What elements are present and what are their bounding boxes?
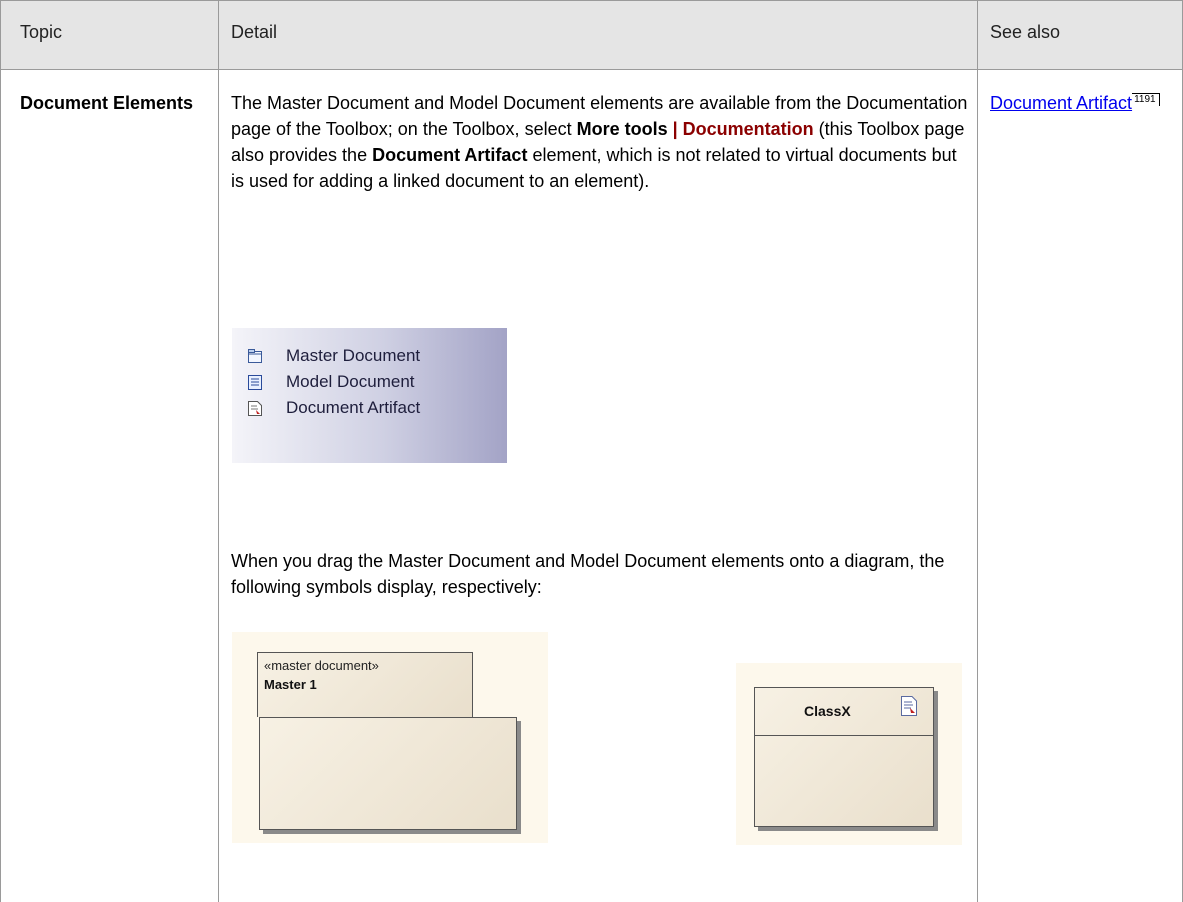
page-reference: 1191 <box>1132 93 1160 106</box>
topic-table: Topic Detail See also Document Elements … <box>0 0 1183 902</box>
toolbox-item-label: Model Document <box>286 372 415 391</box>
master-document-symbol: «master document» Master 1 <box>232 632 548 843</box>
model-document-symbol: ClassX <box>736 663 962 845</box>
see-also-link-document-artifact[interactable]: Document Artifact <box>990 93 1132 113</box>
model-document-name: ClassX <box>804 703 851 719</box>
header-detail: Detail <box>231 22 278 42</box>
toolbox-item-label: Document Artifact <box>286 398 421 417</box>
master-document-body <box>259 717 517 830</box>
class-compartment-divider <box>755 735 933 736</box>
toolbox-item-label: Master Document <box>286 346 421 365</box>
master-document-stereotype: «master document» <box>264 658 379 673</box>
see-also-cell: Document Artifact 1191 <box>990 90 1170 116</box>
topic-document-elements: Document Elements <box>20 93 194 113</box>
toolbox-documentation-page: Master Document Model Document Document … <box>232 328 507 463</box>
column-divider-1 <box>218 0 219 902</box>
table-border-left <box>0 0 1 902</box>
menu-path-more-tools: More tools <box>576 119 668 139</box>
menu-path-documentation: Documentation <box>682 119 814 139</box>
header-divider <box>0 69 1183 70</box>
column-divider-2 <box>977 0 978 902</box>
menu-path: More tools | Documentation <box>577 119 814 139</box>
document-artifact-term: Document Artifact <box>372 145 528 165</box>
model-document-icon <box>248 375 262 390</box>
master-document-name: Master 1 <box>264 677 317 692</box>
linked-document-icon <box>901 696 917 716</box>
detail-paragraph-1: The Master Document and Model Document e… <box>231 90 971 194</box>
detail-paragraph-2: When you drag the Master Document and Mo… <box>231 551 945 597</box>
document-artifact-icon <box>248 401 262 416</box>
master-document-icon <box>248 349 262 363</box>
menu-path-separator: | <box>667 119 683 139</box>
header-topic: Topic <box>20 22 63 42</box>
header-see-also: See also <box>990 22 1061 42</box>
